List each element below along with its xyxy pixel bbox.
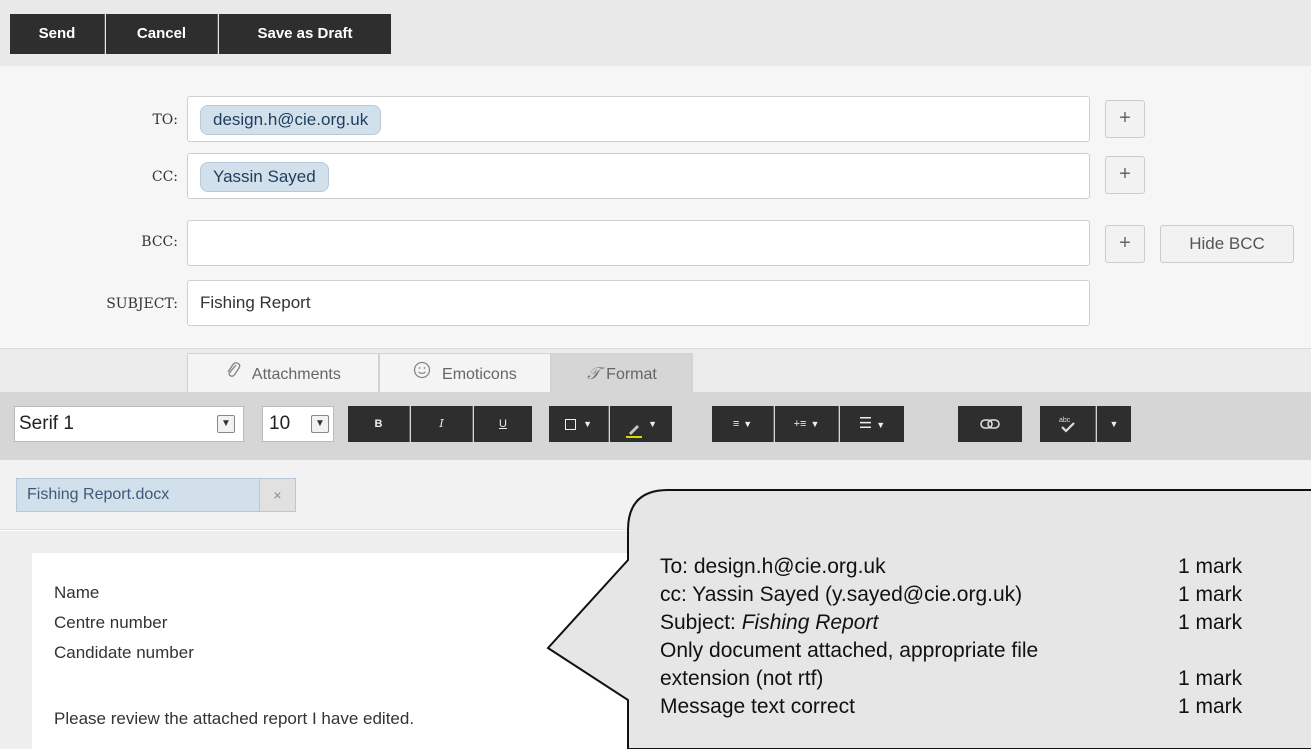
- mark-value: 1 mark: [1178, 695, 1243, 718]
- mark-row-text: cc: Yassin Sayed (y.sayed@cie.org.uk): [660, 583, 1023, 606]
- mark-value: 1 mark: [1178, 555, 1243, 578]
- mark-row-text: To: design.h@cie.org.uk: [660, 555, 886, 578]
- mark-value: 1 mark: [1178, 583, 1243, 606]
- mark-row-prefix: Subject:: [660, 611, 742, 634]
- callout-bubble: [546, 489, 1311, 749]
- mark-value: 1 mark: [1178, 667, 1243, 690]
- mark-row-text: extension (not rtf): [660, 667, 824, 690]
- mark-row-italic: Fishing Report: [741, 611, 879, 634]
- mark-row-text: Only document attached, appropriate file: [660, 639, 1039, 662]
- mark-value: 1 mark: [1178, 611, 1243, 634]
- mark-row-text: Message text correct: [660, 695, 855, 718]
- mark-row-text: Subject: Fishing Report: [660, 611, 878, 635]
